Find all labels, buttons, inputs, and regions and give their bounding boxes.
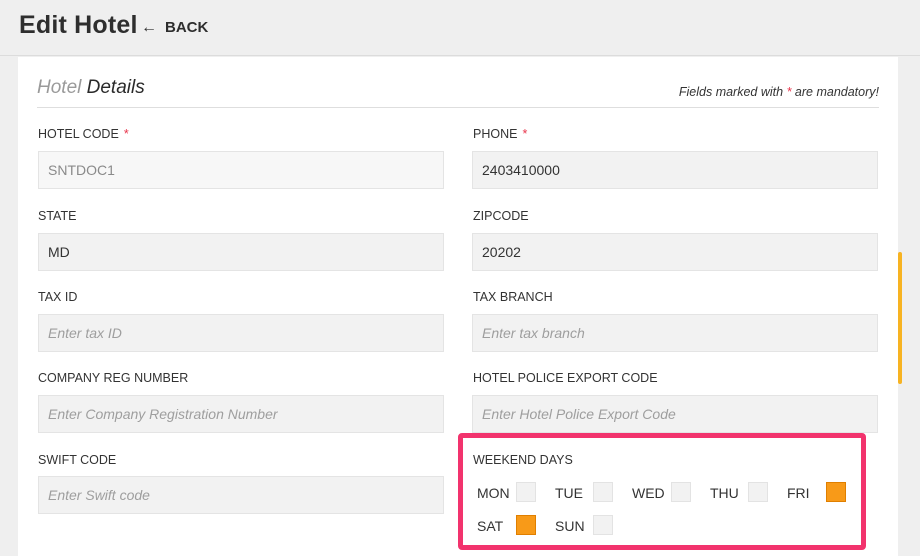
section-title-light: Hotel — [37, 77, 82, 98]
state-field[interactable] — [38, 233, 444, 271]
phone-label: PHONE * — [473, 127, 527, 141]
day-label-fri: FRI — [787, 485, 810, 501]
weekend-days-label: WEEKEND DAYS — [473, 453, 573, 467]
mandatory-note-suffix: are mandatory! — [794, 85, 879, 99]
day-label-tue: TUE — [555, 485, 583, 501]
tax-branch-field[interactable] — [472, 314, 878, 352]
swift-code-label: SWIFT CODE — [38, 453, 117, 467]
day-label-thu: THU — [710, 485, 739, 501]
back-label: BACK — [165, 19, 209, 36]
state-label: STATE — [38, 209, 77, 223]
required-star: * — [522, 127, 528, 141]
checkbox-mon[interactable] — [516, 482, 536, 502]
checkbox-fri[interactable] — [826, 482, 846, 502]
hotel-code-label: HOTEL CODE * — [38, 127, 129, 141]
tax-branch-label: TAX BRANCH — [473, 290, 553, 304]
checkbox-thu[interactable] — [748, 482, 768, 502]
phone-field[interactable] — [472, 151, 878, 189]
mandatory-note-prefix: Fields marked with — [678, 85, 784, 99]
hotel-code-label-text: HOTEL CODE — [38, 127, 119, 141]
day-label-wed: WED — [632, 485, 665, 501]
day-label-sat: SAT — [477, 518, 504, 534]
company-reg-field[interactable] — [38, 395, 444, 433]
tax-id-label: TAX ID — [38, 290, 78, 304]
checkbox-wed[interactable] — [671, 482, 691, 502]
section-title-dark: Details — [86, 77, 145, 98]
police-export-label: HOTEL POLICE EXPORT CODE — [473, 371, 658, 385]
top-bar: Edit Hotel ← BACK — [0, 0, 920, 56]
back-button[interactable]: ← BACK — [141, 19, 208, 36]
police-export-field[interactable] — [472, 395, 878, 433]
scrollbar-thumb[interactable] — [898, 252, 902, 384]
day-label-mon: MON — [477, 485, 510, 501]
swift-code-field[interactable] — [38, 476, 444, 514]
hotel-code-field[interactable] — [38, 151, 444, 189]
arrow-left-icon: ← — [141, 18, 157, 36]
required-star: * — [786, 85, 792, 99]
tax-id-field[interactable] — [38, 314, 444, 352]
required-star: * — [123, 127, 129, 141]
phone-label-text: PHONE — [473, 127, 518, 141]
checkbox-sun[interactable] — [593, 515, 613, 535]
zipcode-field[interactable] — [472, 233, 878, 271]
page-title: Edit Hotel — [19, 11, 138, 39]
company-reg-label: COMPANY REG NUMBER — [38, 371, 189, 385]
checkbox-tue[interactable] — [593, 482, 613, 502]
mandatory-note: Fields marked with * are mandatory! — [679, 85, 879, 99]
zipcode-label: ZIPCODE — [473, 209, 529, 223]
day-label-sun: SUN — [555, 518, 585, 534]
section-header: Hotel Details Fields marked with * are m… — [37, 77, 879, 108]
checkbox-sat[interactable] — [516, 515, 536, 535]
